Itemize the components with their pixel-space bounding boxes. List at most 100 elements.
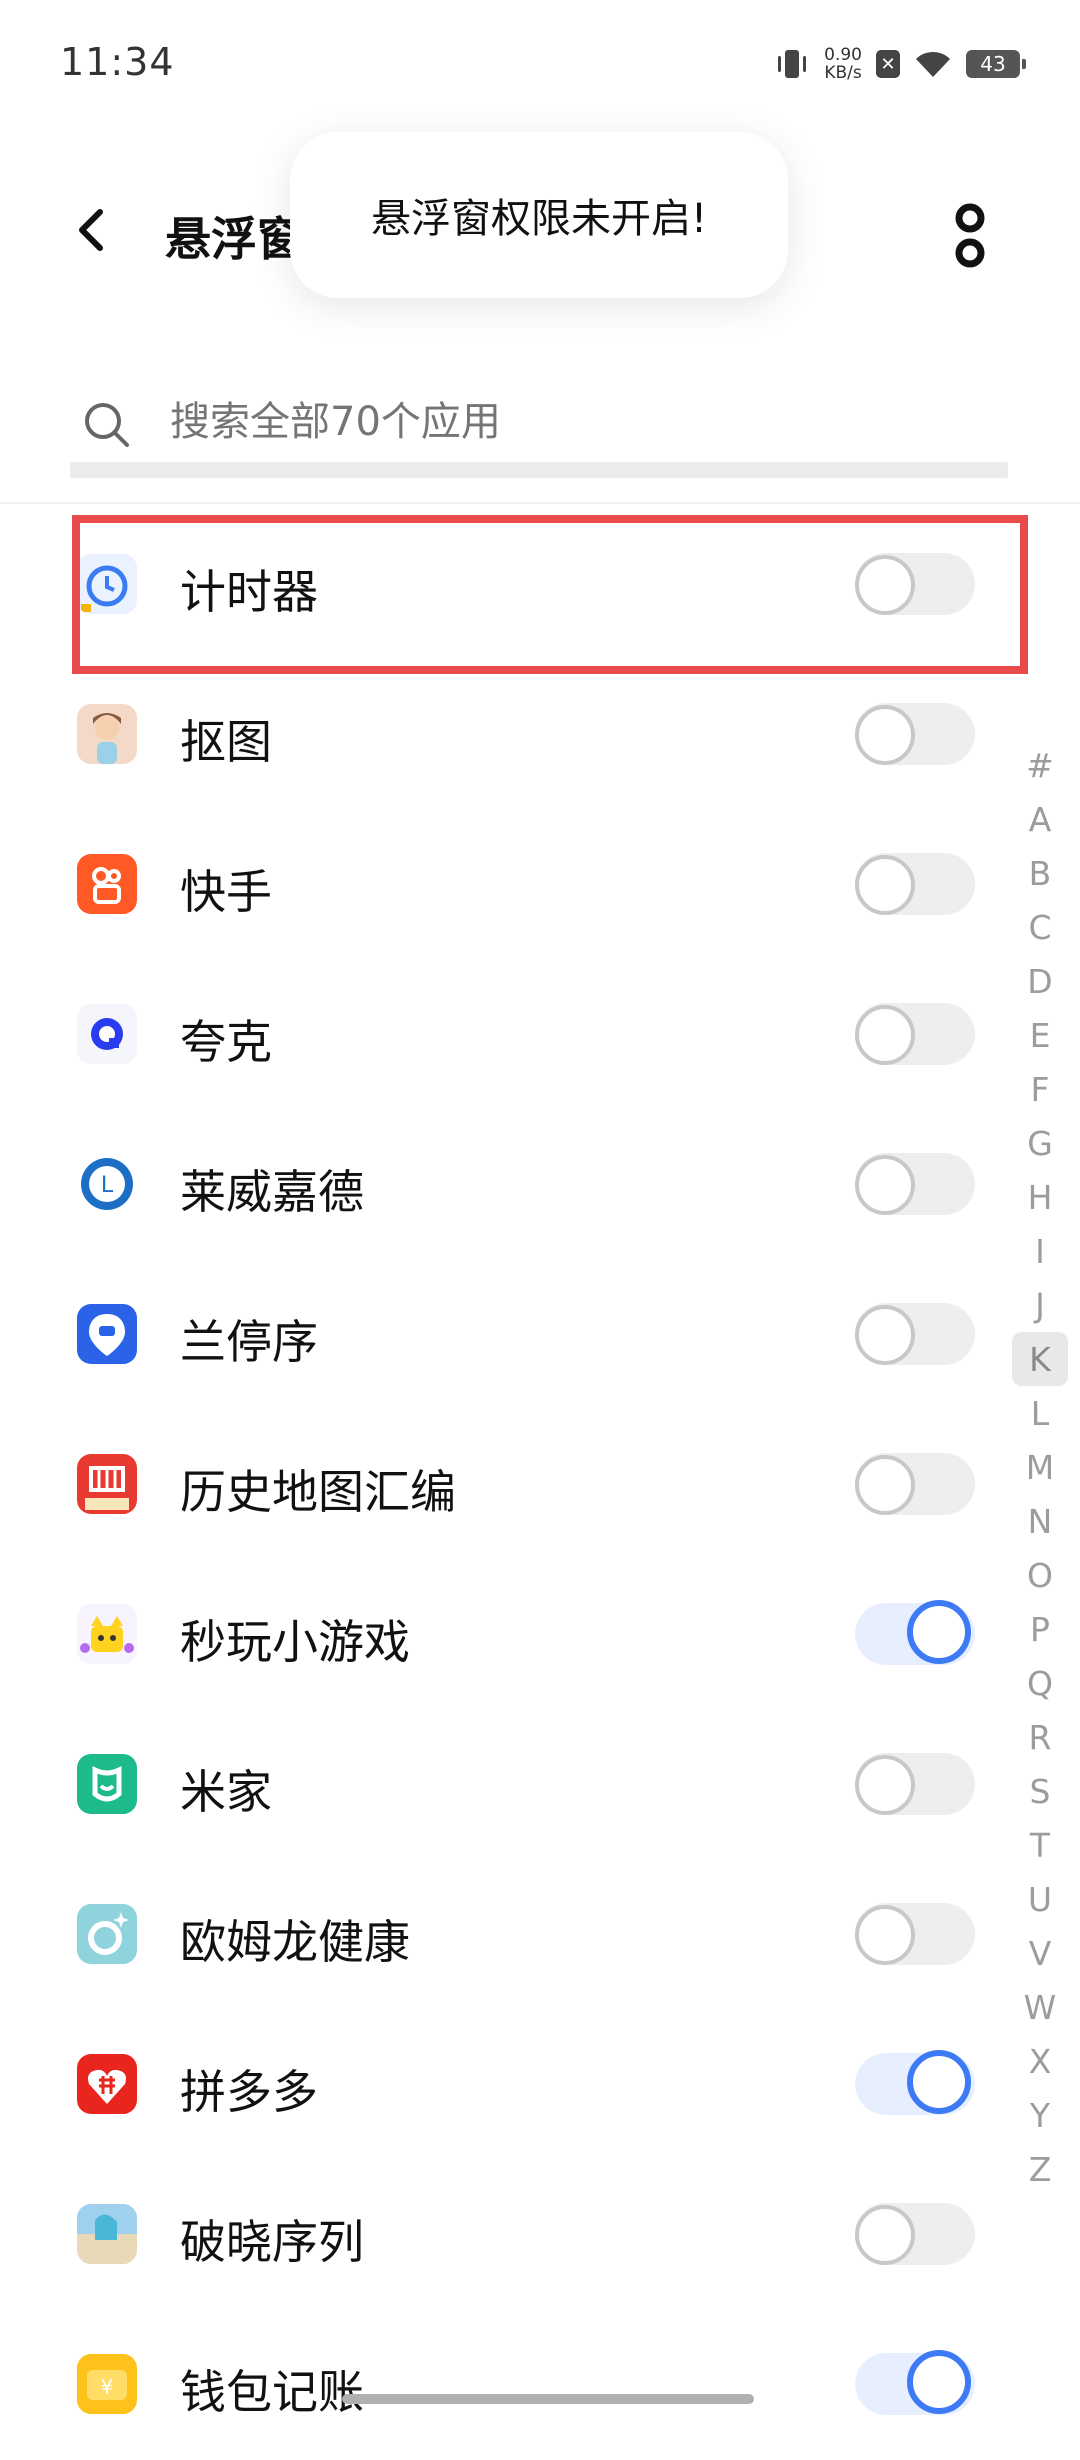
permission-toggle[interactable]: [855, 853, 975, 915]
app-name: 米家: [180, 1765, 272, 1819]
permission-toggle[interactable]: [855, 1453, 975, 1515]
toggle-knob: [855, 1455, 915, 1515]
pinduoduo-app-icon: [77, 2054, 137, 2114]
network-speed-value: 0.90: [824, 45, 862, 65]
alpha-letter[interactable]: B: [1012, 846, 1068, 900]
alpha-letter[interactable]: Y: [1012, 2088, 1068, 2142]
toggle-knob: [855, 1905, 915, 1965]
app-row-mini-games[interactable]: 秒玩小游戏: [0, 1560, 1020, 1710]
status-icons: 0.90 KB/s ✕ 43: [774, 44, 1026, 84]
alpha-letter-active[interactable]: K: [1012, 1332, 1068, 1386]
alpha-letter[interactable]: C: [1012, 900, 1068, 954]
app-name: 欧姆龙健康: [180, 1915, 410, 1969]
alpha-letter[interactable]: W: [1012, 1980, 1068, 2034]
page-title: 悬浮窗: [165, 212, 295, 266]
app-name: 秒玩小游戏: [180, 1615, 410, 1669]
status-bar: 11:34 0.90 KB/s ✕ 43: [0, 0, 1080, 120]
search-bar[interactable]: [70, 380, 1010, 480]
search-input[interactable]: [168, 398, 972, 446]
toast-message: 悬浮窗权限未开启!: [290, 132, 788, 298]
permission-toggle[interactable]: [855, 1903, 975, 1965]
permission-toggle[interactable]: [855, 2050, 975, 2115]
app-row-daybreak[interactable]: 破晓序列: [0, 2160, 1020, 2310]
svg-text:¥: ¥: [101, 2375, 114, 2399]
alpha-letter[interactable]: I: [1012, 1224, 1068, 1278]
permission-toggle[interactable]: [855, 553, 975, 615]
kuaishou-app-icon: [77, 854, 137, 914]
app-row-quark[interactable]: 夸克: [0, 960, 1020, 1110]
permission-toggle[interactable]: [855, 2350, 975, 2415]
app-row-cutout[interactable]: 抠图: [0, 660, 1020, 810]
permission-toggle[interactable]: [855, 703, 975, 765]
alpha-letter[interactable]: J: [1012, 1278, 1068, 1332]
back-arrow-icon[interactable]: [62, 200, 122, 260]
app-row-timer[interactable]: 计时器: [0, 510, 1020, 660]
quark-app-icon: [77, 1004, 137, 1064]
omron-app-icon: [77, 1904, 137, 1964]
divider: [0, 502, 1080, 504]
toggle-knob: [855, 1755, 915, 1815]
app-name: 钱包记账: [180, 2365, 364, 2419]
alpha-letter[interactable]: L: [1012, 1386, 1068, 1440]
alpha-letter[interactable]: M: [1012, 1440, 1068, 1494]
app-row-pinduoduo[interactable]: 拼多多: [0, 2010, 1020, 2160]
home-indicator[interactable]: [342, 2394, 754, 2404]
laiwei-app-icon: L: [77, 1154, 137, 1214]
alpha-letter[interactable]: D: [1012, 954, 1068, 1008]
toggle-knob: [855, 705, 915, 765]
app-name: 历史地图汇编: [180, 1465, 456, 1519]
app-row-wallet[interactable]: ¥ 钱包记账: [0, 2310, 1020, 2460]
app-row-omron[interactable]: 欧姆龙健康: [0, 1860, 1020, 2010]
permission-toggle[interactable]: [855, 1153, 975, 1215]
svg-text:L: L: [101, 1173, 114, 1198]
alpha-letter[interactable]: E: [1012, 1008, 1068, 1062]
search-underline: [70, 462, 1008, 478]
app-name: 夸克: [180, 1015, 272, 1069]
alpha-letter[interactable]: T: [1012, 1818, 1068, 1872]
app-name: 兰停序: [180, 1315, 318, 1369]
alpha-letter[interactable]: R: [1012, 1710, 1068, 1764]
app-row-mijia[interactable]: 米家: [0, 1710, 1020, 1860]
alpha-letter[interactable]: Z: [1012, 2142, 1068, 2196]
permission-toggle[interactable]: [855, 1303, 975, 1365]
toggle-knob: [907, 2050, 971, 2114]
wifi-icon: [916, 51, 950, 77]
app-row-laiwei[interactable]: L 莱威嘉德: [0, 1110, 1020, 1260]
app-name: 快手: [180, 865, 272, 919]
app-name: 拼多多: [180, 2065, 318, 2119]
app-name: 破晓序列: [180, 2215, 364, 2269]
alpha-letter[interactable]: G: [1012, 1116, 1068, 1170]
alphabet-index[interactable]: # A B C D E F G H I J K L M N O P Q R S …: [1012, 738, 1068, 2196]
alpha-letter[interactable]: H: [1012, 1170, 1068, 1224]
alpha-letter[interactable]: N: [1012, 1494, 1068, 1548]
alpha-letter[interactable]: O: [1012, 1548, 1068, 1602]
permission-toggle[interactable]: [855, 1600, 975, 1665]
app-row-history-map[interactable]: 历史地图汇编: [0, 1410, 1020, 1560]
alpha-letter[interactable]: A: [1012, 792, 1068, 846]
permission-toggle[interactable]: [855, 1003, 975, 1065]
mini-games-app-icon: [77, 1604, 137, 1664]
alpha-letter[interactable]: F: [1012, 1062, 1068, 1116]
alpha-letter[interactable]: #: [1012, 738, 1068, 792]
app-name: 抠图: [180, 715, 272, 769]
cutout-app-icon: [77, 704, 137, 764]
app-row-lantingxu[interactable]: 兰停序: [0, 1260, 1020, 1410]
app-row-kuaishou[interactable]: 快手: [0, 810, 1020, 960]
vibrate-icon: [778, 50, 807, 78]
toggle-knob: [855, 855, 915, 915]
permission-toggle[interactable]: [855, 1753, 975, 1815]
permission-toggle[interactable]: [855, 2203, 975, 2265]
alpha-letter[interactable]: Q: [1012, 1656, 1068, 1710]
more-options-icon[interactable]: [940, 198, 1000, 278]
battery-level: 43: [980, 52, 1006, 76]
toggle-knob: [855, 1155, 915, 1215]
toggle-knob: [907, 2350, 971, 2414]
daybreak-app-icon: [77, 2204, 137, 2264]
alpha-letter[interactable]: P: [1012, 1602, 1068, 1656]
alpha-letter[interactable]: X: [1012, 2034, 1068, 2088]
toggle-knob: [855, 1005, 915, 1065]
alpha-letter[interactable]: V: [1012, 1926, 1068, 1980]
alpha-letter[interactable]: U: [1012, 1872, 1068, 1926]
search-icon: [85, 403, 129, 447]
alpha-letter[interactable]: S: [1012, 1764, 1068, 1818]
